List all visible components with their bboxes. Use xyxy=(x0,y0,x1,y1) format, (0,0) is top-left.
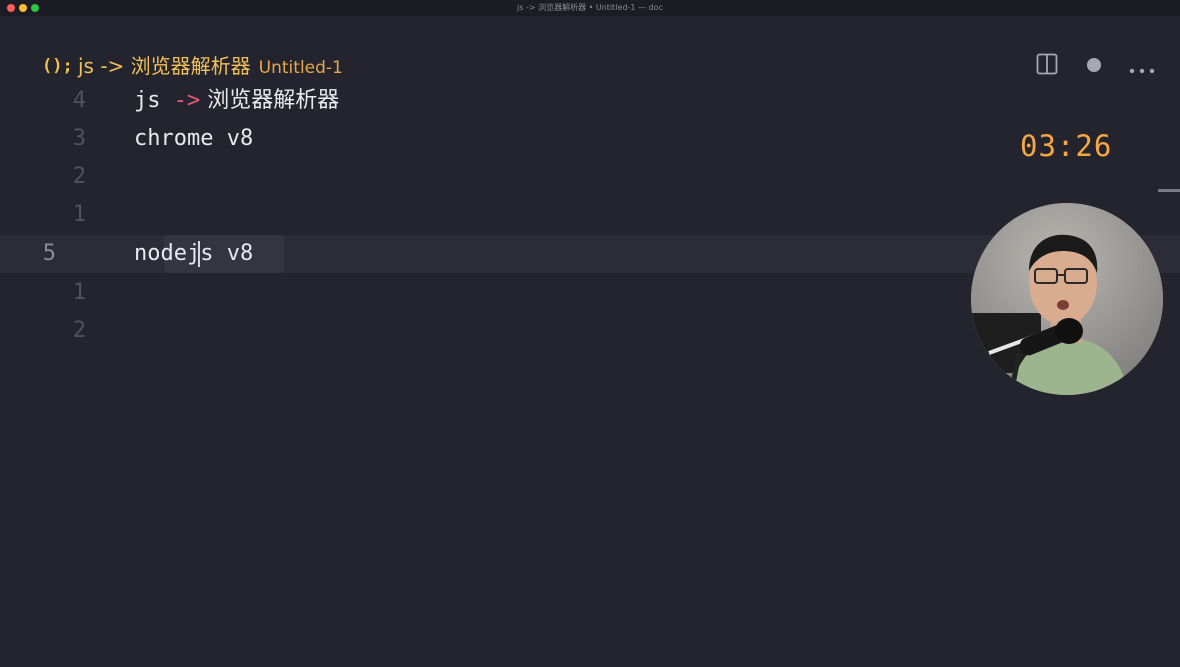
recording-timer: 03:26 xyxy=(1020,129,1113,163)
code-token: js xyxy=(134,88,174,113)
line-number: 2 xyxy=(72,318,86,343)
webcam-person-image xyxy=(971,203,1163,395)
line-number: 2 xyxy=(72,164,86,189)
code-token: 浏览器解析器 xyxy=(200,88,340,113)
code-text: nodejs v8 xyxy=(134,241,254,266)
line-number: 1 xyxy=(72,280,86,305)
editor-area[interactable]: 4 js -> 浏览器解析器 3 chrome v8 2 1 5 nodejs … xyxy=(0,82,1180,667)
tab-filename: js -> 浏览器解析器 xyxy=(78,54,251,78)
line-number: 1 xyxy=(72,202,86,227)
line-number: 4 xyxy=(72,88,86,113)
code-line[interactable]: 4 js -> 浏览器解析器 xyxy=(0,82,1180,120)
tab-title[interactable]: js -> 浏览器解析器 Untitled-1 xyxy=(78,54,343,80)
unsaved-dot-icon[interactable] xyxy=(1086,57,1102,77)
text-cursor xyxy=(198,241,200,267)
tab-subtitle: Untitled-1 xyxy=(258,58,343,78)
split-editor-icon[interactable] xyxy=(1036,53,1058,79)
line-number-current: 5 xyxy=(42,241,56,266)
webcam-overlay xyxy=(971,203,1163,395)
code-line[interactable]: 3 chrome v8 xyxy=(0,120,1180,158)
window-title: js -> 浏览器解析器 • Untitled-1 — doc xyxy=(517,3,663,12)
line-number: 3 xyxy=(72,126,86,151)
window-titlebar: js -> 浏览器解析器 • Untitled-1 — doc xyxy=(0,0,1180,16)
scrollbar-thumb[interactable] xyxy=(1158,189,1180,192)
code-text: chrome v8 xyxy=(134,126,254,151)
code-line[interactable]: 2 xyxy=(0,158,1180,196)
code-text: js -> 浏览器解析器 xyxy=(134,82,339,120)
js-file-icon: (); xyxy=(42,56,73,76)
arrow-token: -> xyxy=(173,88,201,113)
more-ellipsis-icon[interactable] xyxy=(1129,60,1155,79)
editor-tabbar: (); js -> 浏览器解析器 Untitled-1 xyxy=(0,16,1180,82)
